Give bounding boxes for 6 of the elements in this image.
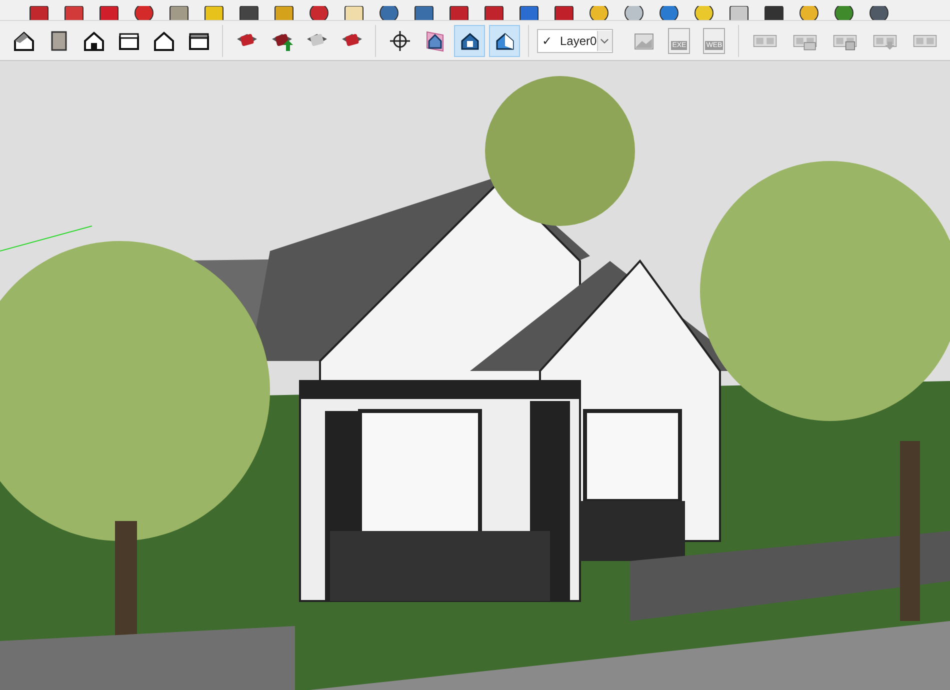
crosshair-icon (388, 28, 412, 52)
layer-name: Layer0 (559, 34, 597, 48)
check-mark: ✓ (541, 34, 553, 48)
textured-style-button[interactable] (489, 24, 520, 56)
shaded-style-button[interactable] (454, 24, 485, 56)
layer-dropdown[interactable]: ✓ Layer0 (537, 28, 613, 52)
